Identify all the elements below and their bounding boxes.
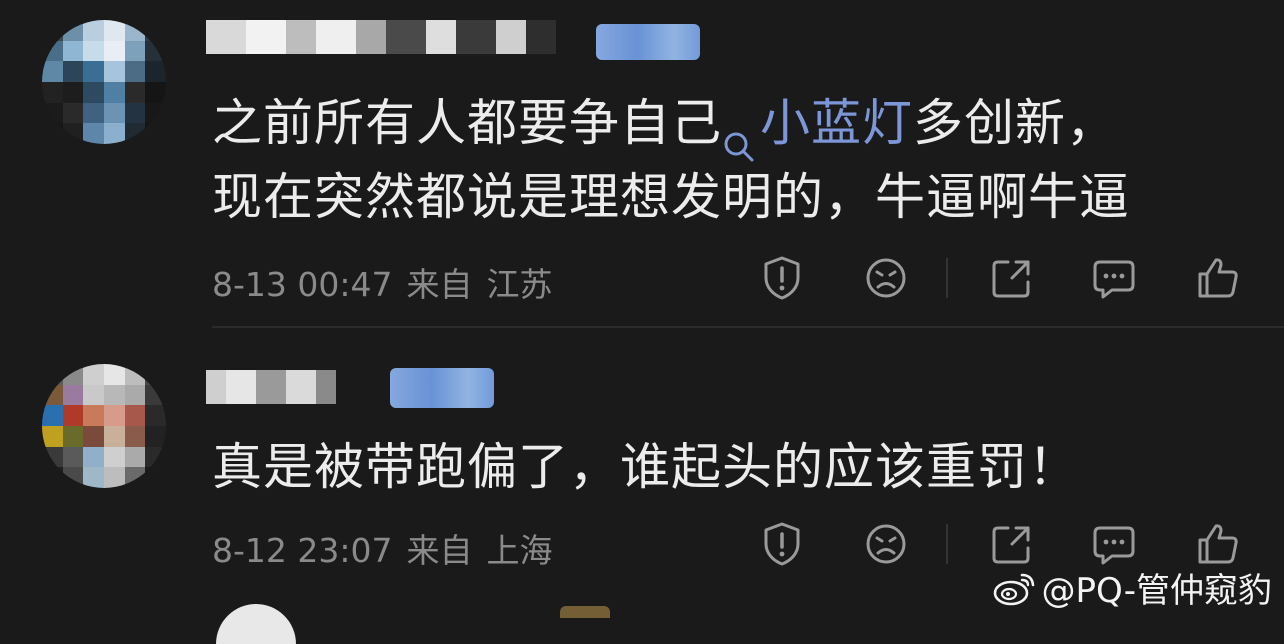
- avatar[interactable]: [42, 20, 166, 144]
- comment-date: 8-13 00:47: [212, 265, 393, 304]
- comment-icon[interactable]: [1088, 252, 1140, 304]
- comment-text: 真是被带跑偏了，谁起头的应该重罚！: [212, 438, 1079, 496]
- comment-text-part: 多创新，: [913, 94, 1117, 152]
- comment-meta: 8-12 23:07 来自 上海: [212, 524, 567, 572]
- comment-location: 上海: [486, 531, 553, 570]
- comment-location: 江苏: [486, 265, 553, 304]
- report-icon[interactable]: [756, 252, 808, 304]
- report-icon[interactable]: [756, 518, 808, 570]
- watermark-text: @PQ-管仲窥豹: [1041, 571, 1272, 611]
- avatar[interactable]: [42, 364, 166, 488]
- action-divider: [946, 524, 948, 564]
- next-comment-username-blurred: [560, 606, 610, 618]
- comment-meta: 8-13 00:47 来自 江苏: [212, 258, 567, 306]
- watermark: @PQ-管仲窥豹: [992, 563, 1272, 612]
- source-label: 来自: [406, 265, 473, 304]
- user-badge-blurred: [390, 368, 494, 408]
- comment-text-line2: 现在突然都说是理想发明的，牛逼啊牛逼: [212, 168, 1130, 226]
- dislike-face-icon[interactable]: [860, 252, 912, 304]
- action-divider: [946, 258, 948, 298]
- comment-divider: [212, 326, 1284, 328]
- like-thumb-icon[interactable]: [1192, 252, 1244, 304]
- comment-text-part: 之前所有人都要争自己: [212, 94, 722, 152]
- source-label: 来自: [406, 531, 473, 570]
- comment-date: 8-12 23:07: [212, 531, 393, 570]
- weibo-logo-icon: [992, 569, 1036, 607]
- share-icon[interactable]: [986, 252, 1038, 304]
- topic-link[interactable]: 小蓝灯: [722, 94, 913, 161]
- search-icon: [722, 110, 756, 161]
- topic-link-label: 小蓝灯: [760, 94, 913, 152]
- comment-text: 之前所有人都要争自己 小蓝灯多创新， 现在突然都说是理想发明的，牛逼啊牛逼: [212, 86, 1130, 234]
- comment-item: 之前所有人都要争自己 小蓝灯多创新， 现在突然都说是理想发明的，牛逼啊牛逼 8-13…: [0, 0, 1284, 330]
- comment-actions: [756, 252, 1256, 304]
- username-blurred[interactable]: [206, 370, 336, 404]
- username-blurred[interactable]: [206, 20, 556, 54]
- dislike-face-icon[interactable]: [860, 518, 912, 570]
- user-badge-blurred: [596, 24, 700, 60]
